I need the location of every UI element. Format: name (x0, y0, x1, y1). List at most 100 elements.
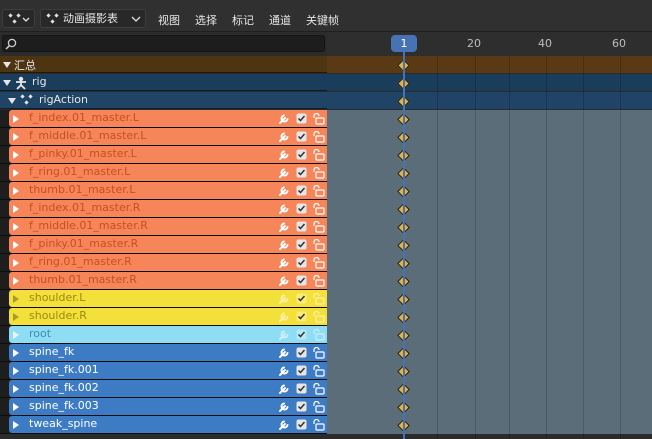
channel-label-area[interactable]: spine_fk.001 (0, 362, 327, 380)
frame-gridline (475, 56, 476, 439)
checkbox-icon (296, 347, 307, 358)
channel-name: f_pinky.01_master.R (29, 237, 139, 250)
expand-triangle-icon (13, 367, 19, 375)
channel-group-row[interactable]: thumb.01_master.L (0, 182, 652, 200)
lock-icon (313, 347, 325, 359)
channel-label-area[interactable]: rig (0, 74, 327, 91)
channel-group-row[interactable]: spine_fk.002 (0, 380, 652, 398)
channel-group-row[interactable]: f_ring.01_master.L (0, 164, 652, 182)
lock-icon (313, 401, 325, 413)
expand-triangle-icon (3, 80, 11, 86)
checkbox-icon (296, 365, 307, 376)
channel-label-area[interactable]: f_middle.01_master.L (0, 128, 327, 146)
header: 动画摄影表 视图 选择 标记 通道 关键帧 (0, 0, 652, 32)
current-frame-badge[interactable]: 1 (391, 35, 417, 52)
expand-triangle-icon (13, 133, 19, 141)
channel-label-area[interactable]: shoulder.L (0, 290, 327, 308)
channel-label-area[interactable]: f_ring.01_master.L (0, 164, 327, 182)
channel-label-area[interactable]: root (0, 326, 327, 344)
menu-select[interactable]: 选择 (195, 12, 217, 28)
channel-label-area[interactable]: shoulder.R (0, 308, 327, 326)
expand-triangle-icon (13, 403, 19, 411)
channel-label-area[interactable]: f_middle.01_master.R (0, 218, 327, 236)
channel-group-row[interactable]: spine_fk.003 (0, 398, 652, 416)
wrench-icon (279, 186, 289, 196)
channel-label-area[interactable]: rigAction (0, 92, 327, 109)
menu-view[interactable]: 视图 (158, 12, 180, 28)
channel-name: spine_fk (29, 345, 75, 358)
channel-search[interactable] (2, 35, 325, 52)
channel-group-row[interactable]: shoulder.R (0, 308, 652, 326)
object-row[interactable]: rig (0, 74, 652, 91)
expand-triangle-icon (13, 205, 19, 213)
channel-label-area[interactable]: f_ring.01_master.R (0, 254, 327, 272)
channel-group-row[interactable]: root (0, 326, 652, 344)
lock-icon (313, 383, 325, 395)
frame-ruler[interactable]: 20 40 60 (327, 32, 652, 56)
lock-icon (313, 167, 325, 179)
channel-label-area[interactable]: thumb.01_master.L (0, 182, 327, 200)
action-row[interactable]: rigAction (0, 92, 652, 109)
wrench-icon (279, 420, 289, 430)
wrench-icon (279, 348, 289, 358)
channel-name: spine_fk.003 (29, 399, 99, 412)
channel-timeline-strip (327, 164, 652, 182)
expand-triangle-icon (13, 187, 19, 195)
channel-timeline-strip (327, 254, 652, 272)
expand-triangle-icon (13, 349, 19, 357)
wrench-icon (279, 276, 289, 286)
mode-dropdown[interactable]: 动画摄影表 (40, 9, 146, 28)
tick-label: 20 (467, 37, 481, 50)
channel-timeline-strip (327, 182, 652, 200)
menu-marker[interactable]: 标记 (232, 12, 254, 28)
channel-label-area[interactable]: tweak_spine (0, 416, 327, 434)
checkbox-icon (296, 401, 307, 412)
channel-label-area[interactable]: f_index.01_master.R (0, 200, 327, 218)
channel-timeline-strip (327, 290, 652, 308)
channel-group-row[interactable]: f_index.01_master.R (0, 200, 652, 218)
channel-label-area[interactable]: f_pinky.01_master.L (0, 146, 327, 164)
playhead[interactable] (403, 52, 405, 439)
expand-triangle-icon (13, 259, 19, 267)
wrench-icon (279, 366, 289, 376)
channel-label-area[interactable]: spine_fk.002 (0, 380, 327, 398)
channel-group-row[interactable]: thumb.01_master.R (0, 272, 652, 290)
channel-group-row[interactable]: f_index.01_master.L (0, 110, 652, 128)
channel-label-area[interactable]: spine_fk (0, 344, 327, 362)
channel-group-row[interactable]: spine_fk (0, 344, 652, 362)
channel-label-area[interactable]: 汇总 (0, 56, 327, 73)
lock-icon (313, 239, 325, 251)
menu-key[interactable]: 关键帧 (306, 12, 339, 28)
channel-name: f_index.01_master.L (29, 111, 139, 124)
channel-group-row[interactable]: f_ring.01_master.R (0, 254, 652, 272)
channel-label-area[interactable]: f_pinky.01_master.R (0, 236, 327, 254)
channel-group-row[interactable]: f_pinky.01_master.L (0, 146, 652, 164)
channel-timeline-strip (327, 74, 652, 91)
channel-group-row[interactable]: f_middle.01_master.R (0, 218, 652, 236)
channel-timeline-strip (327, 128, 652, 146)
menu-channel[interactable]: 通道 (269, 12, 291, 28)
channel-label-area[interactable]: f_index.01_master.L (0, 110, 327, 128)
search-input[interactable] (17, 36, 317, 51)
channel-group-row[interactable]: tweak_spine (0, 416, 652, 434)
channel-label-area[interactable]: thumb.01_master.R (0, 272, 327, 290)
channel-group-row[interactable]: shoulder.L (0, 290, 652, 308)
channel-name: rigAction (39, 93, 89, 106)
channel-group-row[interactable]: f_middle.01_master.L (0, 128, 652, 146)
action-icon (20, 94, 33, 105)
summary-row[interactable]: 汇总 (0, 56, 652, 73)
editor-type-dropdown[interactable] (2, 9, 35, 28)
lock-icon (313, 149, 325, 161)
checkbox-icon (296, 113, 307, 124)
channel-group-row[interactable]: f_pinky.01_master.R (0, 236, 652, 254)
channel-group-row[interactable]: spine_fk.001 (0, 362, 652, 380)
tick-label: 40 (538, 37, 552, 50)
wrench-icon (279, 240, 289, 250)
lock-icon (313, 113, 325, 125)
channel-timeline-strip (327, 308, 652, 326)
channel-label-area[interactable]: spine_fk.003 (0, 398, 327, 416)
channel-name: root (29, 327, 52, 340)
channel-timeline-strip (327, 344, 652, 362)
lock-icon (313, 311, 325, 323)
channel-timeline-strip (327, 272, 652, 290)
